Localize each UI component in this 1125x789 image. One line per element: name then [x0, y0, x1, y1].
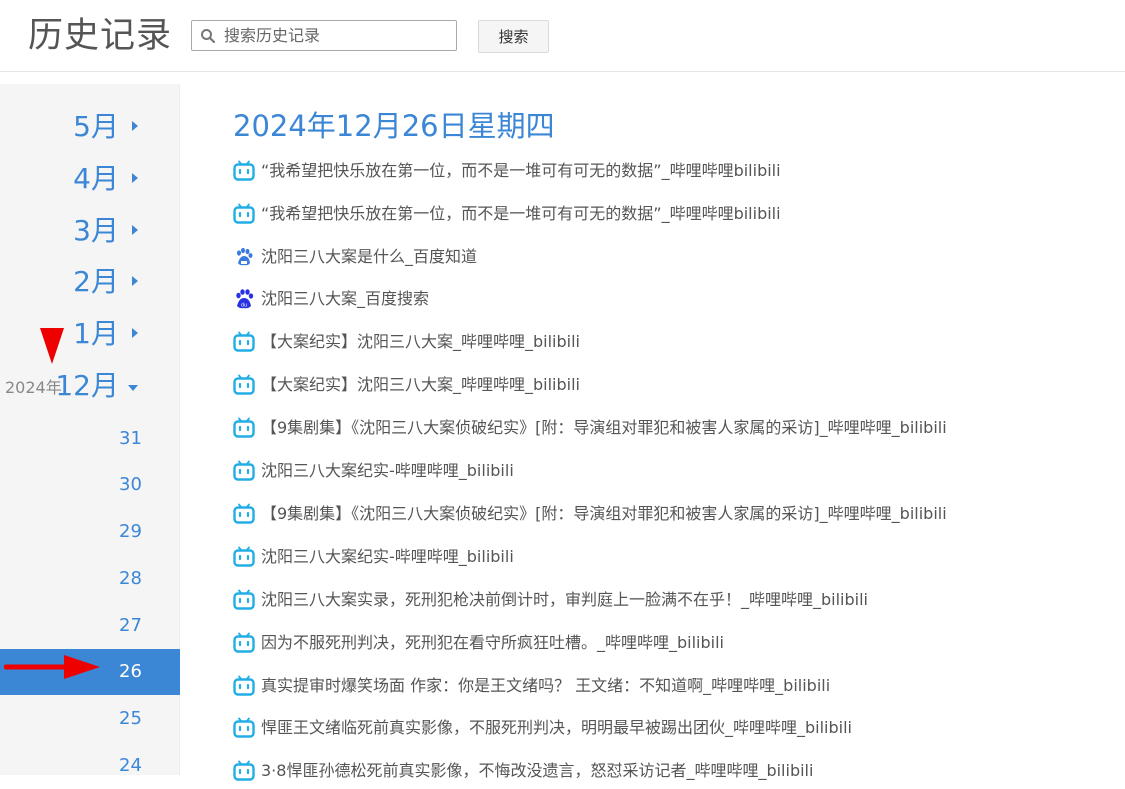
history-item[interactable]: “我希望把快乐放在第一位，而不是一堆可有可无的数据”_哔哩哔哩bilibili: [233, 157, 1093, 185]
chevron-right-icon: [132, 276, 138, 286]
history-item[interactable]: 沈阳三八大案实录，死刑犯枪决前倒计时，审判庭上一脸满不在乎！_哔哩哔哩_bili…: [233, 586, 1093, 614]
bilibili-icon: [233, 589, 255, 611]
history-item[interactable]: 【9集剧集】《沈阳三八大案侦破纪实》[附：导演组对罪犯和被害人家属的采访]_哔哩…: [233, 500, 1093, 528]
history-item[interactable]: 沈阳三八大案是什么_百度知道: [233, 243, 1093, 271]
month-label: 2月: [73, 265, 119, 298]
day-item-30[interactable]: 30: [0, 462, 180, 508]
day-item-25[interactable]: 25: [0, 696, 180, 742]
history-item[interactable]: 【大案纪实】沈阳三八大案_哔哩哔哩_bilibili: [233, 371, 1093, 399]
chevron-right-icon: [132, 121, 138, 131]
month-item-march[interactable]: 3月: [0, 205, 180, 257]
history-item[interactable]: 【9集剧集】《沈阳三八大案侦破纪实》[附：导演组对罪犯和被害人家属的采访]_哔哩…: [233, 414, 1093, 442]
chevron-right-icon: [132, 225, 138, 235]
history-item-title: 【大案纪实】沈阳三八大案_哔哩哔哩_bilibili: [261, 375, 580, 394]
bilibili-icon: [233, 374, 255, 396]
month-item-april[interactable]: 4月: [0, 153, 180, 205]
bilibili-icon: [233, 417, 255, 439]
day-label: 27: [119, 615, 142, 636]
day-label: 28: [119, 568, 142, 589]
history-item[interactable]: “我希望把快乐放在第一位，而不是一堆可有可无的数据”_哔哩哔哩bilibili: [233, 200, 1093, 228]
bilibili-icon: [233, 503, 255, 525]
history-item[interactable]: 3·8悍匪孙德松死前真实影像，不悔改没遗言，怒怼采访记者_哔哩哔哩_bilibi…: [233, 757, 1093, 785]
history-item[interactable]: 真实提审时爆笑场面 作家：你是王文绪吗？ 王文绪：不知道啊_哔哩哔哩_bilib…: [233, 672, 1093, 700]
search-box[interactable]: [191, 20, 457, 51]
day-item-28[interactable]: 28: [0, 556, 180, 602]
month-item-december[interactable]: 2024年 12月: [0, 360, 180, 412]
day-item-24[interactable]: 24: [0, 743, 180, 789]
year-label: 2024年: [5, 378, 62, 397]
history-item[interactable]: 因为不服死刑判决，死刑犯在看守所疯狂吐槽。_哔哩哔哩_bilibili: [233, 629, 1093, 657]
history-item-title: “我希望把快乐放在第一位，而不是一堆可有可无的数据”_哔哩哔哩bilibili: [261, 161, 781, 180]
chevron-right-icon: [132, 173, 138, 183]
day-label: 29: [119, 521, 142, 542]
bilibili-icon: [233, 160, 255, 182]
history-item-title: 沈阳三八大案纪实-哔哩哔哩_bilibili: [261, 461, 514, 480]
day-item-27[interactable]: 27: [0, 603, 180, 649]
history-item-title: 【9集剧集】《沈阳三八大案侦破纪实》[附：导演组对罪犯和被害人家属的采访]_哔哩…: [261, 418, 947, 437]
red-down-arrow-icon: [40, 328, 64, 364]
baidu-icon: du: [233, 288, 255, 310]
history-item[interactable]: 【大案纪实】沈阳三八大案_哔哩哔哩_bilibili: [233, 328, 1093, 356]
day-label: 30: [119, 474, 142, 495]
history-item-title: 因为不服死刑判决，死刑犯在看守所疯狂吐槽。_哔哩哔哩_bilibili: [261, 633, 724, 652]
history-item-title: 【9集剧集】《沈阳三八大案侦破纪实》[附：导演组对罪犯和被害人家属的采访]_哔哩…: [261, 504, 947, 523]
month-item-january[interactable]: 1月: [0, 308, 180, 360]
month-label: 5月: [73, 110, 119, 143]
bilibili-icon: [233, 546, 255, 568]
month-label: 4月: [73, 162, 119, 195]
day-label: 31: [119, 428, 142, 449]
history-item-title: “我希望把快乐放在第一位，而不是一堆可有可无的数据”_哔哩哔哩bilibili: [261, 204, 781, 223]
history-item-title: 沈阳三八大案实录，死刑犯枪决前倒计时，审判庭上一脸满不在乎！_哔哩哔哩_bili…: [261, 590, 868, 609]
history-item-title: 悍匪王文绪临死前真实影像，不服死刑判决，明明最早被踢出团伙_哔哩哔哩_bilib…: [261, 718, 852, 737]
history-main: 2024年12月26日星期四 “我希望把快乐放在第一位，而不是一堆可有可无的数据…: [233, 100, 1113, 781]
bilibili-icon: [233, 632, 255, 654]
search-icon: [201, 29, 216, 44]
day-label: 25: [119, 708, 142, 729]
day-label: 24: [119, 755, 142, 776]
history-item[interactable]: du 沈阳三八大案_百度搜索: [233, 285, 1093, 313]
header: 历史记录 搜索: [0, 0, 1125, 72]
history-item[interactable]: 悍匪王文绪临死前真实影像，不服死刑判决，明明最早被踢出团伙_哔哩哔哩_bilib…: [233, 714, 1093, 742]
svg-text:du: du: [241, 303, 247, 309]
history-item[interactable]: 沈阳三八大案纪实-哔哩哔哩_bilibili: [233, 457, 1093, 485]
bilibili-icon: [233, 717, 255, 739]
month-label: 3月: [73, 214, 119, 247]
bilibili-icon: [233, 203, 255, 225]
bilibili-icon: [233, 760, 255, 782]
bilibili-icon: [233, 460, 255, 482]
history-item-title: 【大案纪实】沈阳三八大案_哔哩哔哩_bilibili: [261, 332, 580, 351]
search-input[interactable]: [224, 21, 452, 50]
history-item-title: 沈阳三八大案_百度搜索: [261, 289, 430, 308]
day-label: 26: [119, 661, 142, 682]
day-item-29[interactable]: 29: [0, 509, 180, 555]
history-item[interactable]: 沈阳三八大案纪实-哔哩哔哩_bilibili: [233, 543, 1093, 571]
month-label: 1月: [73, 317, 119, 350]
history-item-title: 3·8悍匪孙德松死前真实影像，不悔改没遗言，怒怼采访记者_哔哩哔哩_bilibi…: [261, 761, 814, 780]
baidu-zhidao-icon: [233, 246, 255, 268]
month-item-february[interactable]: 2月: [0, 256, 180, 308]
chevron-down-icon: [128, 385, 138, 391]
chevron-right-icon: [132, 328, 138, 338]
history-item-title: 沈阳三八大案纪实-哔哩哔哩_bilibili: [261, 547, 514, 566]
history-item-title: 真实提审时爆笑场面 作家：你是王文绪吗？ 王文绪：不知道啊_哔哩哔哩_bilib…: [261, 676, 831, 695]
history-item-title: 沈阳三八大案是什么_百度知道: [261, 247, 478, 266]
search-button[interactable]: 搜索: [478, 20, 549, 53]
date-heading: 2024年12月26日星期四: [233, 109, 555, 143]
bilibili-icon: [233, 331, 255, 353]
month-item-may[interactable]: 5月: [0, 101, 180, 153]
month-label: 12月: [55, 369, 119, 402]
bilibili-icon: [233, 675, 255, 697]
day-item-31[interactable]: 31: [0, 416, 180, 462]
red-right-arrow-icon: [4, 655, 100, 679]
page-title: 历史记录: [28, 16, 173, 56]
